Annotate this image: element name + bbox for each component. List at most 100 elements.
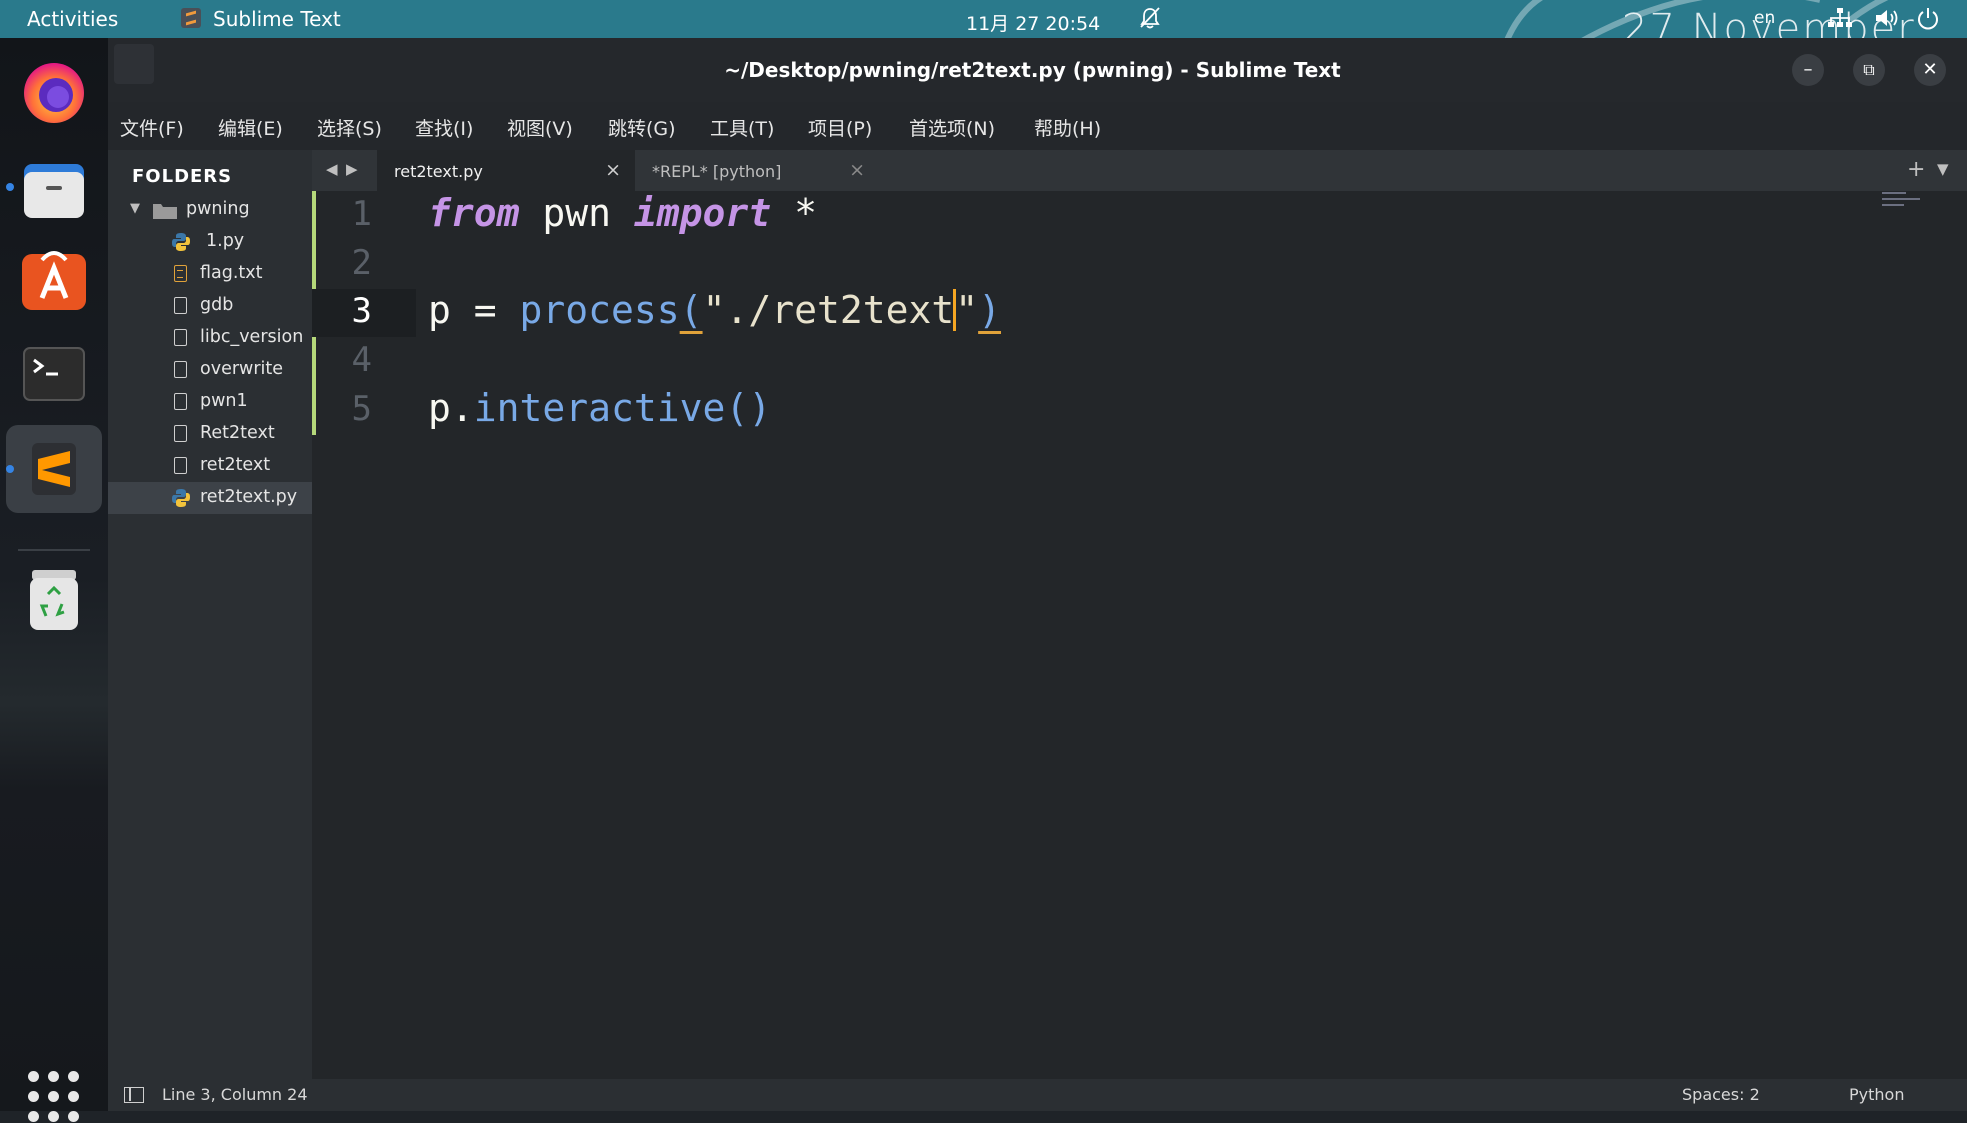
menu-tools[interactable]: 工具(T): [710, 114, 774, 141]
new-tab-icon[interactable]: +: [1907, 157, 1925, 182]
line-number: 5: [351, 389, 372, 429]
tab-scroll-right-icon[interactable]: ▶: [346, 160, 358, 178]
tree-file-gdb[interactable]: gdb: [108, 290, 312, 322]
tree-file-pwn1[interactable]: pwn1: [108, 386, 312, 418]
python-file-icon: [172, 233, 190, 251]
string-token: ": [955, 288, 979, 332]
restore-button[interactable]: ⧉: [1853, 54, 1885, 86]
tab-bar: ◀ ▶ ret2text.py × *REPL* [python] × + ▼: [312, 150, 1967, 191]
sublime-app-icon: [181, 8, 201, 28]
menu-goto[interactable]: 跳转(G): [608, 114, 676, 141]
menu-view[interactable]: 视图(V): [507, 114, 573, 141]
folders-heading: FOLDERS: [132, 166, 233, 187]
activities-button[interactable]: Activities: [27, 7, 118, 31]
paren-token: ): [978, 288, 1002, 332]
identifier-token: p.: [428, 386, 474, 430]
minimize-button[interactable]: –: [1792, 54, 1824, 86]
folder-name: pwning: [186, 199, 250, 219]
menu-file[interactable]: 文件(F): [120, 114, 184, 141]
trash-icon[interactable]: [18, 564, 90, 636]
disclosure-triangle-icon[interactable]: ▼: [130, 201, 140, 216]
line-number: 2: [351, 243, 372, 283]
file-name: ret2text: [200, 455, 271, 475]
firefox-icon[interactable]: [18, 55, 90, 127]
menu-edit[interactable]: 编辑(E): [218, 114, 283, 141]
menu-project[interactable]: 项目(P): [808, 114, 872, 141]
running-indicator: [6, 183, 14, 191]
file-icon: [174, 297, 187, 314]
toggle-sidebar-icon[interactable]: [124, 1087, 144, 1103]
minimap[interactable]: [1882, 191, 1922, 207]
window-title: ~/Desktop/pwning/ret2text.py (pwning) - …: [724, 58, 1341, 82]
tab-close-icon[interactable]: ×: [849, 159, 865, 181]
paren-token: (): [725, 386, 772, 430]
keyboard-layout-indicator[interactable]: en: [1754, 8, 1775, 28]
tree-file-flag-txt[interactable]: flag.txt: [108, 258, 312, 290]
code-line-5[interactable]: p.interactive(): [428, 386, 771, 430]
file-icon: [174, 329, 187, 346]
volume-icon[interactable]: [1873, 6, 1901, 30]
code-line-1[interactable]: from pwn import *: [428, 191, 817, 235]
files-icon[interactable]: [18, 152, 90, 224]
show-apps-icon[interactable]: [28, 1071, 80, 1123]
menu-bar: 文件(F) 编辑(E) 选择(S) 查找(I) 视图(V) 跳转(G) 工具(T…: [108, 102, 1967, 150]
terminal-icon[interactable]: [18, 338, 90, 410]
file-name: pwn1: [200, 391, 248, 411]
line-number: 4: [351, 340, 372, 380]
paren-token: (: [679, 288, 703, 332]
status-bar: Line 3, Column 24 Spaces: 2 Python: [108, 1079, 1967, 1111]
menu-help[interactable]: 帮助(H): [1034, 114, 1101, 141]
tree-file-Ret2text[interactable]: Ret2text: [108, 418, 312, 450]
keyword-token: import: [633, 191, 772, 235]
power-icon[interactable]: [1915, 6, 1941, 32]
menu-preferences[interactable]: 首选项(N): [909, 114, 995, 141]
file-name: 1.py: [206, 231, 245, 251]
folder-icon: [153, 204, 177, 219]
string-token: "./ret2text: [702, 288, 955, 332]
dock: [0, 38, 108, 1122]
file-icon: [174, 457, 187, 474]
file-name: ret2text.py: [200, 487, 298, 507]
tree-file-ret2text-py[interactable]: ret2text.py: [108, 482, 312, 514]
file-icon: [174, 361, 187, 378]
tab-list-dropdown-icon[interactable]: ▼: [1937, 160, 1949, 178]
indentation-setting[interactable]: Spaces: 2: [1682, 1085, 1760, 1104]
tree-file-libc-version[interactable]: libc_version: [108, 322, 312, 354]
clock-button[interactable]: 11月 27 20:54: [966, 9, 1100, 36]
cursor-position[interactable]: Line 3, Column 24: [162, 1085, 308, 1104]
file-icon: [174, 393, 187, 410]
close-button[interactable]: ✕: [1914, 54, 1946, 86]
bell-muted-icon[interactable]: [1137, 5, 1163, 31]
dock-separator: [18, 549, 90, 551]
tree-file-ret2text[interactable]: ret2text: [108, 450, 312, 482]
text-file-icon: [174, 265, 187, 282]
folder-sidebar: FOLDERS ▼ pwning 1.py flag.txt gdb libc_…: [108, 150, 312, 1079]
keyword-token: from: [428, 191, 520, 235]
tree-file-1-py[interactable]: 1.py: [108, 226, 312, 258]
network-icon[interactable]: [1826, 6, 1854, 30]
app-center-icon[interactable]: [18, 244, 90, 316]
function-token: interactive: [473, 386, 726, 430]
file-name: Ret2text: [200, 423, 275, 443]
function-token: process: [519, 288, 680, 332]
syntax-selector[interactable]: Python: [1849, 1085, 1904, 1104]
tab-scroll-left-icon[interactable]: ◀: [326, 160, 338, 178]
window-titlebar[interactable]: ~/Desktop/pwning/ret2text.py (pwning) - …: [108, 38, 1967, 102]
menu-selection[interactable]: 选择(S): [317, 114, 382, 141]
code-line-3[interactable]: p = process("./ret2text"): [428, 288, 1001, 332]
app-menu-button[interactable]: Sublime Text: [213, 7, 341, 31]
tab-label: *REPL* [python]: [652, 162, 782, 181]
operator-token: *: [771, 191, 817, 235]
sublime-text-dock-item[interactable]: [6, 425, 102, 513]
code-editor[interactable]: 1 2 3 4 5 from pwn import * p = process(…: [312, 191, 1967, 1079]
tree-folder-pwning[interactable]: ▼ pwning: [108, 194, 312, 226]
sublime-text-icon: [32, 443, 76, 495]
tab-ret2text-py[interactable]: ret2text.py ×: [377, 150, 635, 191]
identifier-token: p =: [428, 288, 520, 332]
tree-file-overwrite[interactable]: overwrite: [108, 354, 312, 386]
menu-find[interactable]: 查找(I): [415, 114, 473, 141]
identifier-token: pwn: [519, 191, 634, 235]
tab-close-icon[interactable]: ×: [605, 159, 621, 181]
tab-repl-python[interactable]: *REPL* [python] ×: [635, 150, 879, 191]
python-file-icon: [172, 489, 190, 507]
